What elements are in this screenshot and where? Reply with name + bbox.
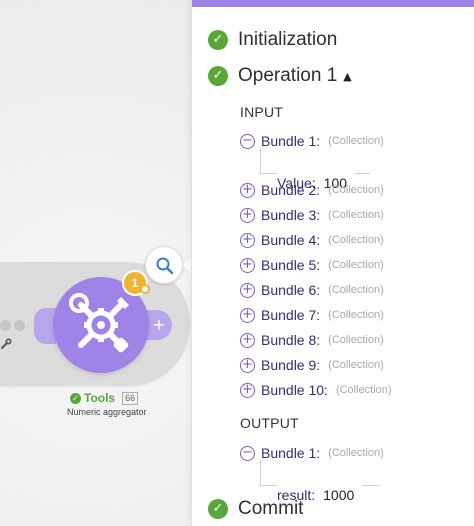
expand-icon[interactable]: + [240,382,255,398]
module-subtitle: Numeric aggregator [67,407,147,417]
input-bundle-row[interactable]: + Bundle 8: (Collection) [240,330,384,350]
bundle-label: Bundle 7: [261,307,321,323]
operation-inspector: ✓ Initialization ✓ Operation 1 ▲ INPUT −… [191,0,474,526]
input-bundle-row[interactable]: + Bundle 9: (Collection) [240,355,384,375]
expand-icon[interactable]: + [240,232,255,248]
panel-topbar [192,0,474,7]
bundle-label: Bundle 6: [261,282,321,298]
bundle-label: Bundle 5: [261,257,321,273]
wrench-screwdriver-gear-icon [69,293,129,353]
section-title: Operation 1 [238,65,338,86]
input-value-row: Value: 100 [260,148,370,191]
expand-icon[interactable]: + [240,282,255,298]
bundle-label: Bundle 10: [261,382,328,398]
check-icon: ✓ [70,392,81,404]
expand-icon[interactable]: + [240,357,255,373]
input-bundle-row[interactable]: + Bundle 5: (Collection) [240,255,384,275]
check-icon: ✓ [208,30,228,50]
expand-icon[interactable]: + [240,257,255,273]
section-commit[interactable]: ✓ Commit [208,496,303,522]
bundle-type: (Collection) [328,259,384,271]
bundle-type: (Collection) [328,209,384,221]
bundle-type: (Collection) [328,234,384,246]
input-bundle-row[interactable]: + Bundle 10: (Collection) [240,380,392,400]
collapse-icon[interactable]: − [240,133,255,149]
expand-icon[interactable]: + [240,307,255,323]
search-icon [156,257,174,275]
output-label: OUTPUT [240,415,299,431]
output-value-row: result: 1000 [260,460,380,503]
bundle-label: Bundle 8: [261,332,321,348]
input-bundle-row[interactable]: + Bundle 2: (Collection) [240,180,384,200]
module-id: 66 [122,391,139,405]
bundle-type: (Collection) [328,334,384,346]
bundle-label: Bundle 2: [261,182,321,198]
caret-up-icon[interactable]: ▲ [343,70,351,83]
expand-icon[interactable]: + [240,332,255,348]
bundle-type: (Collection) [328,184,384,196]
check-icon: ✓ [208,499,228,519]
bundle-label: Bundle 9: [261,357,321,373]
section-operation[interactable]: ✓ Operation 1 ▲ [208,63,352,89]
value-value: 1000 [323,487,359,503]
section-initialization[interactable]: ✓ Initialization [208,27,337,53]
module-name: ✓ Tools 66 [70,390,139,406]
bundle-type: (Collection) [328,135,384,147]
bundle-label: Bundle 1: [261,133,321,149]
check-icon: ✓ [208,66,228,86]
input-bundle-row[interactable]: + Bundle 3: (Collection) [240,205,384,225]
connection-dot [14,320,25,331]
input-bundle-row[interactable]: + Bundle 4: (Collection) [240,230,384,250]
bundle-label: Bundle 1: [261,445,321,461]
input-label: INPUT [240,104,283,120]
bundle-type: (Collection) [328,284,384,296]
wrench-icon [1,338,12,349]
inspect-bubble[interactable] [145,246,183,284]
bundle-type: (Collection) [335,384,392,396]
input-bundle-row[interactable]: + Bundle 7: (Collection) [240,305,384,325]
section-title: Initialization [238,29,338,50]
module-title: Tools [84,391,116,405]
bundle-label: Bundle 3: [261,207,321,223]
expand-icon[interactable]: + [240,182,255,198]
expand-icon[interactable]: + [240,207,255,223]
bundle-type: (Collection) [328,359,384,371]
connection-dot [0,320,11,331]
operations-badge-dot [140,284,150,294]
collapse-icon[interactable]: − [240,445,255,461]
section-title: Commit [238,498,304,519]
bundle-type: (Collection) [328,447,384,459]
bundle-type: (Collection) [328,309,384,321]
bundle-label: Bundle 4: [261,232,321,248]
input-bundle-row[interactable]: + Bundle 6: (Collection) [240,280,384,300]
